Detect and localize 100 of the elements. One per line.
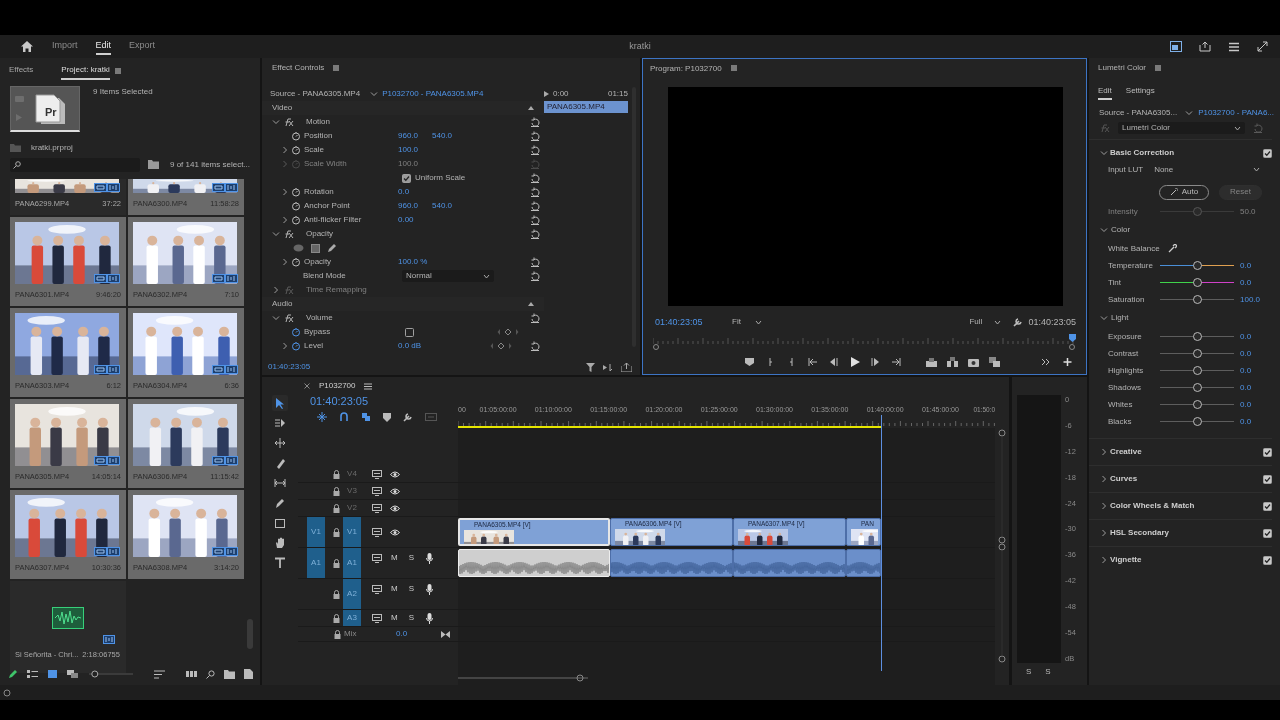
panel-tab[interactable]: Project: kratki [61, 65, 110, 80]
search-field[interactable] [10, 157, 140, 172]
mix-icon[interactable] [441, 630, 450, 638]
lut-dropdown[interactable]: None [1150, 163, 1265, 176]
solo-button[interactable]: S [1026, 667, 1032, 677]
checkbox[interactable] [1263, 447, 1272, 457]
section-title[interactable]: Color Wheels & Match [1110, 501, 1195, 511]
checkbox[interactable] [1263, 555, 1272, 565]
slider-track[interactable] [1160, 417, 1234, 426]
menu-icon[interactable] [1228, 41, 1240, 52]
chevron-icon[interactable] [281, 258, 289, 266]
collapse-icon[interactable] [527, 301, 535, 307]
sync-lock-icon[interactable] [372, 554, 382, 563]
track-target[interactable]: V3 [343, 486, 361, 496]
panel-menu-icon[interactable] [729, 64, 738, 73]
slider-value[interactable]: 0.0 [1240, 382, 1252, 393]
workspace-tab[interactable]: Edit [95, 38, 112, 55]
slider-thumb[interactable] [1193, 383, 1202, 392]
wrench-icon[interactable] [403, 412, 413, 423]
ellipse-mask-icon[interactable] [293, 244, 304, 252]
snap-icon[interactable] [339, 412, 349, 423]
slider-track[interactable] [1160, 261, 1234, 270]
chevron-icon[interactable] [272, 230, 280, 238]
rectangle-mask-icon[interactable] [311, 243, 320, 253]
zoom-slider[interactable] [89, 670, 133, 679]
chevron-icon[interactable] [281, 188, 289, 196]
play-icon[interactable] [849, 357, 860, 368]
solo-button[interactable]: S [1045, 667, 1051, 677]
property-value[interactable]: 100.0 % [398, 257, 428, 267]
slider-thumb[interactable] [1193, 278, 1202, 287]
reset-icon[interactable] [530, 229, 540, 239]
reset-icon[interactable] [530, 271, 540, 281]
fx-icon[interactable] [283, 230, 294, 238]
property-value[interactable]: 0.0 [398, 187, 410, 197]
audio-clip[interactable] [733, 549, 846, 577]
group-title[interactable]: Light [1111, 313, 1129, 323]
slider-thumb[interactable] [1193, 349, 1202, 358]
microphone-icon[interactable] [426, 584, 433, 595]
panel-title[interactable]: Effect Controls [272, 63, 325, 73]
slider-value[interactable]: 0.0 [1240, 365, 1252, 376]
sync-lock-icon[interactable] [372, 527, 382, 537]
reset-icon[interactable] [530, 145, 540, 155]
type-tool-icon[interactable] [272, 555, 288, 571]
slider-value[interactable]: 0.0 [1240, 416, 1252, 427]
close-icon[interactable] [304, 383, 310, 389]
section-title[interactable]: Basic Correction [1110, 148, 1175, 158]
caret-icon[interactable] [1185, 108, 1194, 117]
stopwatch-icon[interactable] [291, 341, 301, 351]
reset-icon[interactable] [530, 341, 540, 351]
slider-value[interactable]: 0.0 [1240, 399, 1252, 410]
playhead[interactable] [1069, 334, 1076, 343]
stopwatch-icon[interactable] [291, 201, 301, 211]
sync-lock-icon[interactable] [372, 613, 382, 623]
chevron-icon[interactable] [1100, 314, 1108, 322]
chevron-icon[interactable] [1100, 226, 1108, 234]
chevron-icon[interactable] [272, 118, 280, 126]
sync-lock-icon[interactable] [372, 585, 382, 594]
timecode[interactable]: 01:40:23:05 [655, 316, 728, 328]
slider-thumb[interactable] [1193, 261, 1202, 270]
chevron-icon[interactable] [281, 216, 289, 224]
lock-icon[interactable] [333, 527, 340, 537]
more-icon[interactable] [1041, 357, 1052, 368]
slider-track[interactable] [1160, 278, 1234, 287]
camera-icon[interactable] [968, 357, 979, 368]
list-view-icon[interactable] [27, 669, 38, 680]
slider-track[interactable] [1160, 349, 1234, 358]
folder-icon[interactable] [224, 669, 235, 679]
fx-icon[interactable] [283, 118, 294, 126]
step-forward-icon[interactable] [870, 357, 881, 368]
section-title[interactable]: Curves [1110, 474, 1138, 484]
timecode[interactable]: 01:40:23:05 [310, 395, 369, 407]
go-to-out-icon[interactable] [891, 357, 902, 368]
slider-value[interactable]: 0.0 [1240, 277, 1252, 288]
eye-icon[interactable] [390, 470, 400, 478]
new-item-icon[interactable] [244, 669, 253, 680]
sequence-clip-label[interactable]: P1032700 - PANA6... [1198, 107, 1275, 118]
search-icon[interactable] [206, 669, 215, 679]
source-patch[interactable]: A1 [307, 548, 325, 578]
track-target[interactable]: A2 [343, 579, 361, 609]
source-patch[interactable]: V1 [307, 517, 325, 547]
slider-value[interactable]: 0.0 [1240, 260, 1252, 271]
source-clip-label[interactable]: Source - PANA6305.MP4 [270, 89, 361, 99]
mute-button[interactable]: M [391, 613, 398, 623]
sync-lock-icon[interactable] [372, 486, 382, 496]
solo-button[interactable]: S [408, 613, 414, 623]
property-value[interactable]: 960.0 [398, 201, 419, 211]
microphone-icon[interactable] [426, 553, 433, 564]
lock-icon[interactable] [333, 469, 340, 479]
chevron-icon[interactable] [1100, 448, 1108, 456]
slider-thumb[interactable] [1193, 400, 1202, 409]
solo-button[interactable]: S [408, 553, 414, 563]
mute-button[interactable]: M [391, 553, 398, 563]
linked-icon[interactable] [361, 412, 371, 423]
reset-icon[interactable] [530, 215, 540, 225]
marker-icon[interactable] [383, 412, 391, 422]
slider-track[interactable] [1160, 400, 1234, 409]
track-target[interactable]: V4 [343, 469, 361, 479]
property-value[interactable]: 0.00 [398, 215, 414, 225]
wrench-icon[interactable] [1013, 317, 1024, 328]
audio-clip[interactable] [610, 549, 733, 577]
